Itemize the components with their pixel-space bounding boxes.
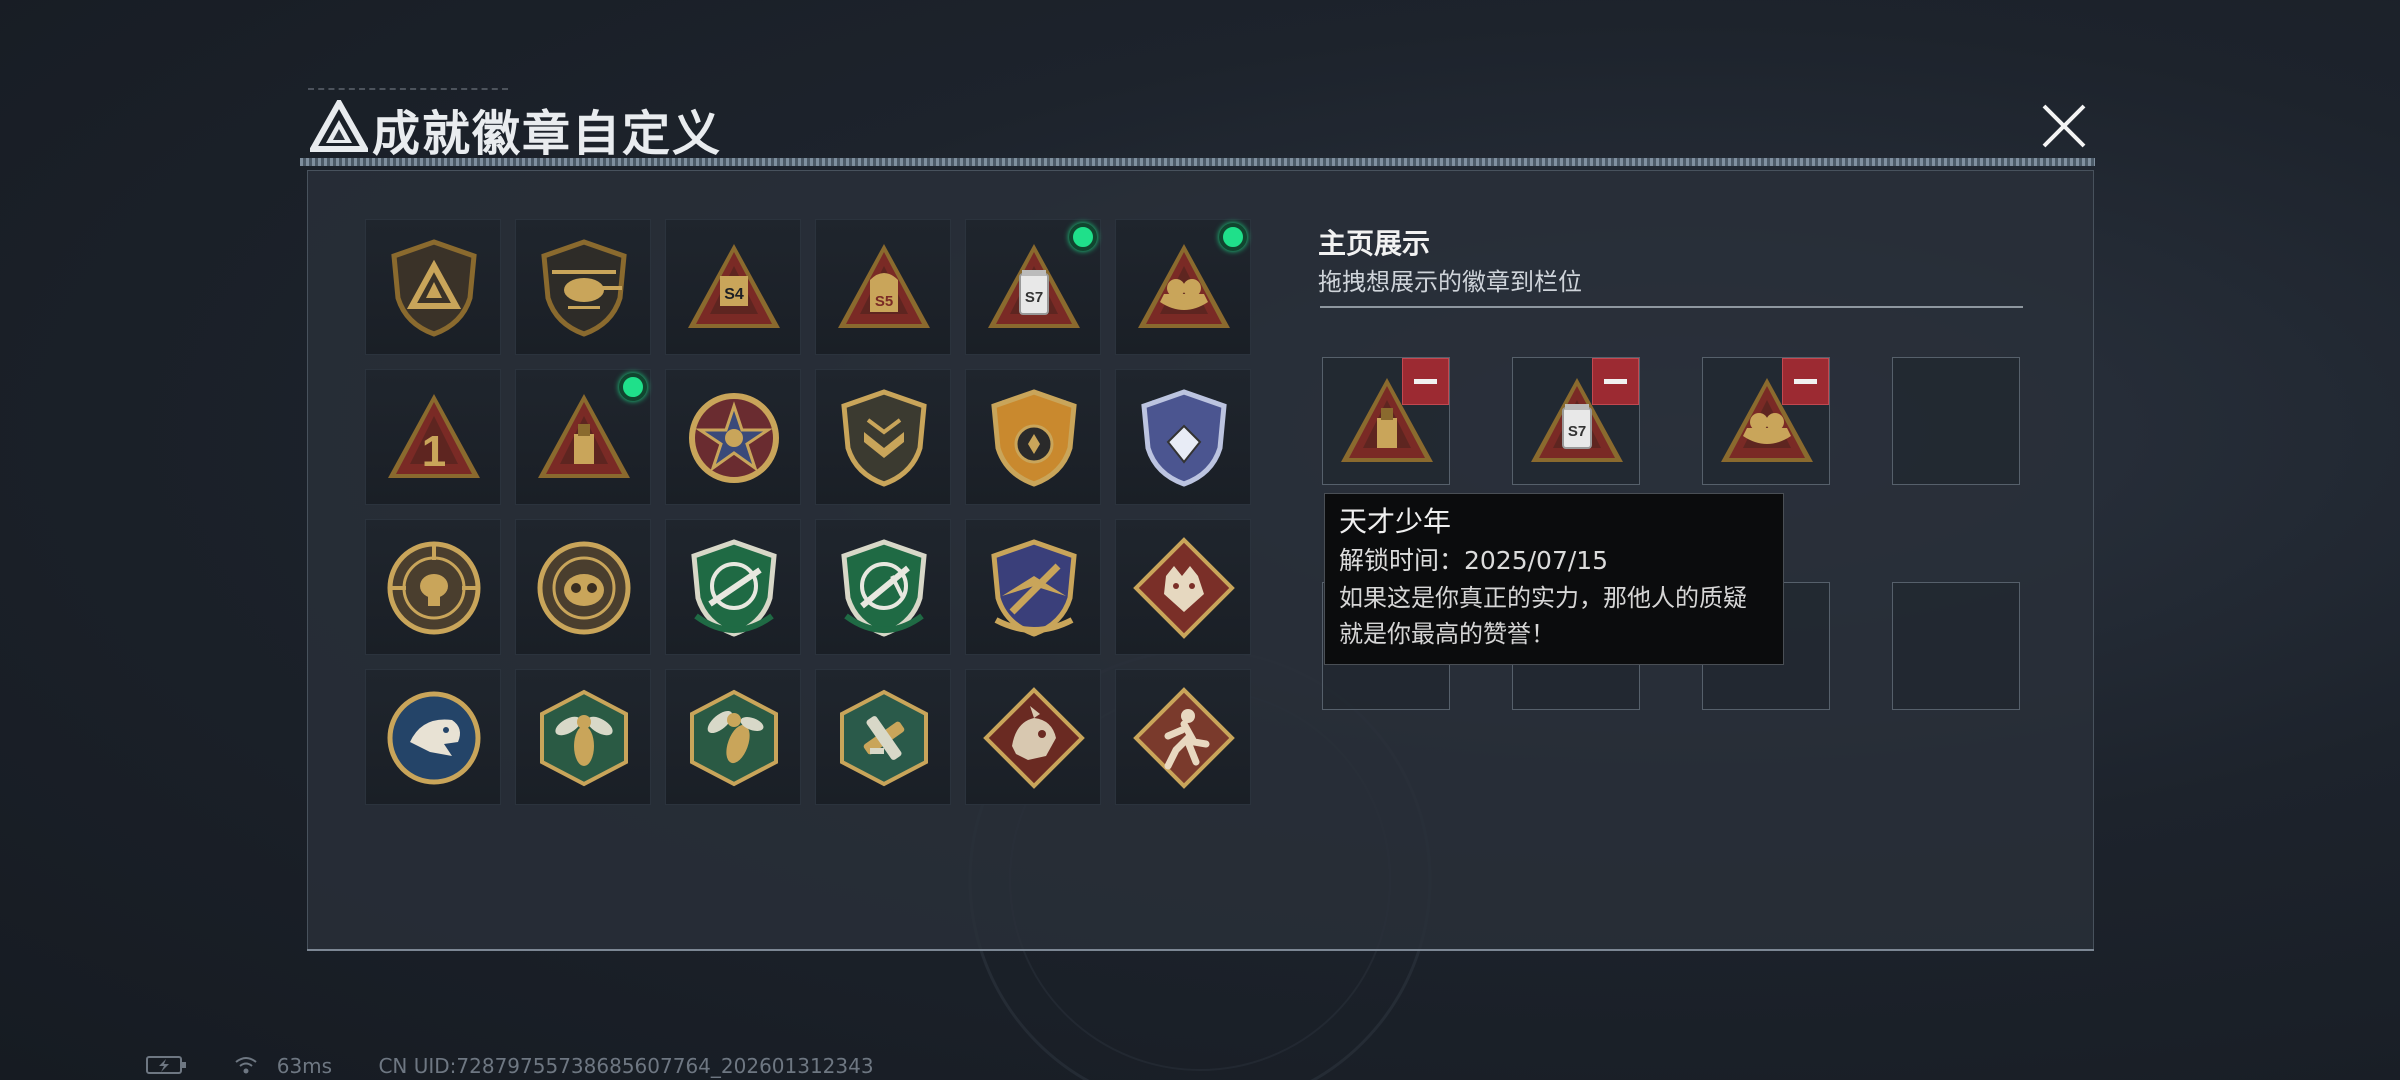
badge-slot-number-one-triangle-badge[interactable]: 1 [365, 369, 501, 505]
battery-icon [146, 1055, 188, 1080]
badge-slot-runner-diamond-badge[interactable] [1115, 669, 1251, 805]
badge-slot-gold-eagle-crest-badge[interactable] [965, 519, 1101, 655]
badge-slot-usb-triangle-badge[interactable] [515, 369, 651, 505]
showcase-slot-filled[interactable] [1702, 357, 1830, 485]
badge-slot-wasp-hexagon-badge[interactable] [515, 669, 651, 805]
header-divider [300, 158, 2095, 166]
skull-crosshair-badge-icon [387, 541, 481, 635]
s4-triangle-badge-icon: S4 [688, 244, 780, 328]
badge-slot-green-rifle-shield-badge[interactable] [665, 519, 801, 655]
panel-bottom-border [307, 949, 2094, 951]
wasp-hexagon-badge-icon [540, 689, 628, 787]
svg-text:S5: S5 [875, 293, 893, 310]
badge-slot-shield-triangle-badge[interactable] [365, 219, 501, 355]
tooltip-badge-name: 天才少年 [1339, 505, 1452, 538]
svg-text:S7: S7 [1025, 289, 1043, 306]
status-bar: 63ms CN UID:72879755738685607764_2026013… [146, 1054, 914, 1080]
badge-slot-s5-triangle-badge[interactable]: S5 [815, 219, 951, 355]
showcase-slot-empty[interactable] [1892, 582, 2020, 710]
badge-slot-gold-chevron-shield-badge[interactable] [815, 369, 951, 505]
tools-hexagon-badge-icon [840, 689, 928, 787]
wolf-diamond-badge-icon [1133, 537, 1235, 639]
badge-slot-eagle-circle-badge[interactable] [365, 669, 501, 805]
usb-triangle-badge-icon [538, 394, 630, 478]
badge-slot-helicopter-badge[interactable] [515, 219, 651, 355]
mask-crosshair-badge-icon [537, 541, 631, 635]
badge-slot-dragon-diamond-badge[interactable] [965, 669, 1101, 805]
triangle-logo-icon [310, 100, 368, 152]
badge-slot-gold-ingot-triangle-badge[interactable] [1115, 219, 1251, 355]
dialog-title: 成就徽章自定义 [372, 106, 723, 162]
close-button[interactable] [2036, 98, 2092, 154]
badge-slot-gold-stars-crest-badge[interactable]: ★ ★ ★ [965, 369, 1101, 505]
svg-text:S4: S4 [724, 286, 744, 303]
svg-text:1: 1 [422, 427, 446, 476]
showcase-slot-filled[interactable] [1322, 357, 1450, 485]
blue-diamond-crest-badge-icon: ★ ★ ★ [1141, 389, 1227, 487]
showcase-title: 主页展示 [1318, 227, 1431, 260]
gold-ingot-triangle-badge-icon [1138, 244, 1230, 328]
badge-tooltip: 天才少年 解锁时间：2025/07/15 如果这是你真正的实力，那他人的质疑就是… [1324, 493, 1784, 665]
remove-badge-button[interactable] [1782, 358, 1829, 405]
badge-slot-wolf-diamond-badge[interactable] [1115, 519, 1251, 655]
remove-badge-button[interactable] [1592, 358, 1639, 405]
equipped-indicator [1069, 223, 1097, 251]
badge-slot-green-rifle-shield-2-badge[interactable] [815, 519, 951, 655]
showcase-divider [1320, 306, 2023, 308]
badge-slot-wasp-hexagon-2-badge[interactable] [665, 669, 801, 805]
equipped-indicator [619, 373, 647, 401]
badge-slot-s4-triangle-badge[interactable]: S4 [665, 219, 801, 355]
equipped-indicator [1219, 223, 1247, 251]
uid-text: CN UID:72879755738685607764_202601312343 [378, 1054, 874, 1078]
badge-slot-star-medal-badge[interactable] [665, 369, 801, 505]
eagle-circle-badge-icon [387, 691, 481, 785]
showcase-subtitle: 拖拽想展示的徽章到栏位 [1318, 268, 1582, 296]
green-rifle-shield-badge-icon [691, 539, 777, 637]
helicopter-badge-icon [541, 239, 627, 337]
s5-triangle-badge-icon: S5 [838, 244, 930, 328]
star-medal-badge-icon [689, 393, 779, 483]
close-icon [2042, 104, 2086, 148]
showcase-slot-empty[interactable] [1892, 357, 2020, 485]
wifi-icon [234, 1055, 258, 1080]
badge-slot-tools-hexagon-badge[interactable] [815, 669, 951, 805]
gold-eagle-crest-badge-icon [991, 539, 1077, 637]
wasp-hexagon-2-badge-icon [690, 689, 778, 787]
ping-text: 63ms [276, 1054, 333, 1078]
gold-chevron-shield-badge-icon [841, 389, 927, 487]
tooltip-description: 如果这是你真正的实力，那他人的质疑就是你最高的赞誉！ [1339, 584, 1747, 648]
badge-slot-skull-crosshair-badge[interactable] [365, 519, 501, 655]
s7-canister-triangle-badge-icon: S7 [988, 244, 1080, 328]
runner-diamond-badge-icon [1133, 687, 1235, 789]
badge-slot-blue-diamond-crest-badge[interactable]: ★ ★ ★ [1115, 369, 1251, 505]
dragon-diamond-badge-icon [983, 687, 1085, 789]
number-one-triangle-badge-icon: 1 [388, 394, 480, 478]
badge-slot-s7-canister-triangle-badge[interactable]: S7 [965, 219, 1101, 355]
dialog-header: 成就徽章自定义 [300, 88, 2095, 162]
svg-text:S7: S7 [1568, 423, 1586, 440]
shield-triangle-badge-icon [391, 239, 477, 337]
gold-stars-crest-badge-icon: ★ ★ ★ [991, 389, 1077, 487]
green-rifle-shield-2-badge-icon [841, 539, 927, 637]
tooltip-unlock-time: 解锁时间：2025/07/15 [1339, 546, 1609, 575]
remove-badge-button[interactable] [1402, 358, 1449, 405]
showcase-slot-filled[interactable]: S7 [1512, 357, 1640, 485]
badge-slot-mask-crosshair-badge[interactable] [515, 519, 651, 655]
